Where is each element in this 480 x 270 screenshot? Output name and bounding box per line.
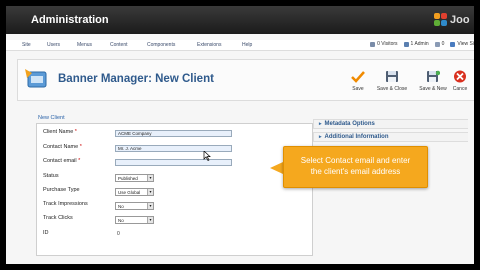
admins-status: 1 Admin (403, 41, 429, 47)
menu-help[interactable]: Help (242, 42, 252, 48)
admin-icon (403, 41, 409, 47)
joomla-logo: Joo (434, 13, 470, 26)
expand-icon: ▸ (319, 121, 322, 127)
track-impressions-select[interactable]: No ▾ (115, 202, 154, 210)
text-cursor-icon (203, 148, 211, 161)
purchase-type-select[interactable]: Use Global ▾ (115, 188, 154, 196)
additional-information-panel[interactable]: ▸ Additional Information (313, 132, 468, 142)
status-area: 0 Visitors 1 Admin 0 View Si (370, 41, 474, 47)
floppy-icon (385, 70, 399, 83)
instruction-tooltip: Select Contact email and enter the clien… (283, 146, 428, 188)
logo-text: Joo (450, 13, 470, 26)
save-close-button[interactable]: Save & Close (372, 70, 412, 92)
save-label: Save (352, 86, 364, 92)
visitors-icon (370, 41, 376, 47)
mail-icon (434, 41, 440, 47)
contact-email-input[interactable] (115, 159, 232, 166)
tooltip-line-1: Select Contact email and enter (300, 156, 411, 165)
menu-site[interactable]: Site (22, 42, 31, 48)
cancel-button[interactable]: Cance (446, 70, 474, 92)
tooltip-pointer (270, 162, 283, 174)
client-name-label: Client Name * (43, 129, 77, 135)
id-label: ID (43, 230, 49, 236)
contact-name-input[interactable]: Mr. J. Acme (115, 145, 232, 152)
chevron-down-icon: ▾ (147, 175, 153, 181)
admin-title: Administration (31, 14, 109, 26)
expand-icon: ▸ (319, 134, 322, 140)
chevron-down-icon: ▾ (147, 217, 153, 223)
cancel-icon (453, 70, 467, 83)
track-clicks-select[interactable]: No ▾ (115, 216, 154, 224)
chevron-down-icon: ▾ (147, 203, 153, 209)
menu-content[interactable]: Content (110, 42, 128, 48)
admin-header-bar: Administration Joo (6, 6, 474, 34)
main-menu-bar: Site Users Menus Content Components Exte… (6, 40, 474, 51)
video-frame: Administration Joo Site Users Menus Cont… (0, 0, 480, 270)
cancel-label: Cance (452, 86, 468, 92)
status-label: Status (43, 173, 59, 179)
save-close-label: Save & Close (376, 86, 408, 92)
messages-status[interactable]: 0 (434, 41, 444, 47)
track-clicks-label: Track Clicks (43, 215, 73, 221)
contact-name-label: Contact Name * (43, 144, 82, 150)
id-value: 0 (117, 231, 120, 237)
track-impressions-label: Track Impressions (43, 201, 88, 207)
client-name-input[interactable]: ACME Company (115, 130, 232, 137)
joomla-logo-icon (434, 13, 447, 26)
banner-manager-icon (23, 67, 48, 89)
view-site-icon (450, 41, 456, 47)
status-select[interactable]: Published ▾ (115, 174, 154, 182)
visitors-status: 0 Visitors (370, 41, 398, 47)
checkmark-icon (351, 70, 365, 83)
menu-components[interactable]: Components (147, 42, 175, 48)
menu-extensions[interactable]: Extensions (197, 42, 221, 48)
save-new-label: Save & New (419, 86, 447, 92)
menu-menus[interactable]: Menus (77, 42, 92, 48)
tooltip-line-2: the client's email address (310, 167, 401, 176)
view-site-link[interactable]: View Si (450, 41, 474, 47)
menu-users[interactable]: Users (47, 42, 60, 48)
contact-email-label: Contact email * (43, 158, 81, 164)
chevron-down-icon: ▾ (147, 189, 153, 195)
floppy-plus-icon (426, 70, 441, 83)
fieldset-legend: New Client (37, 115, 66, 121)
page-title: Banner Manager: New Client (58, 73, 214, 85)
metadata-options-panel[interactable]: ▸ Metadata Options (313, 119, 468, 129)
purchase-type-label: Purchase Type (43, 187, 80, 193)
